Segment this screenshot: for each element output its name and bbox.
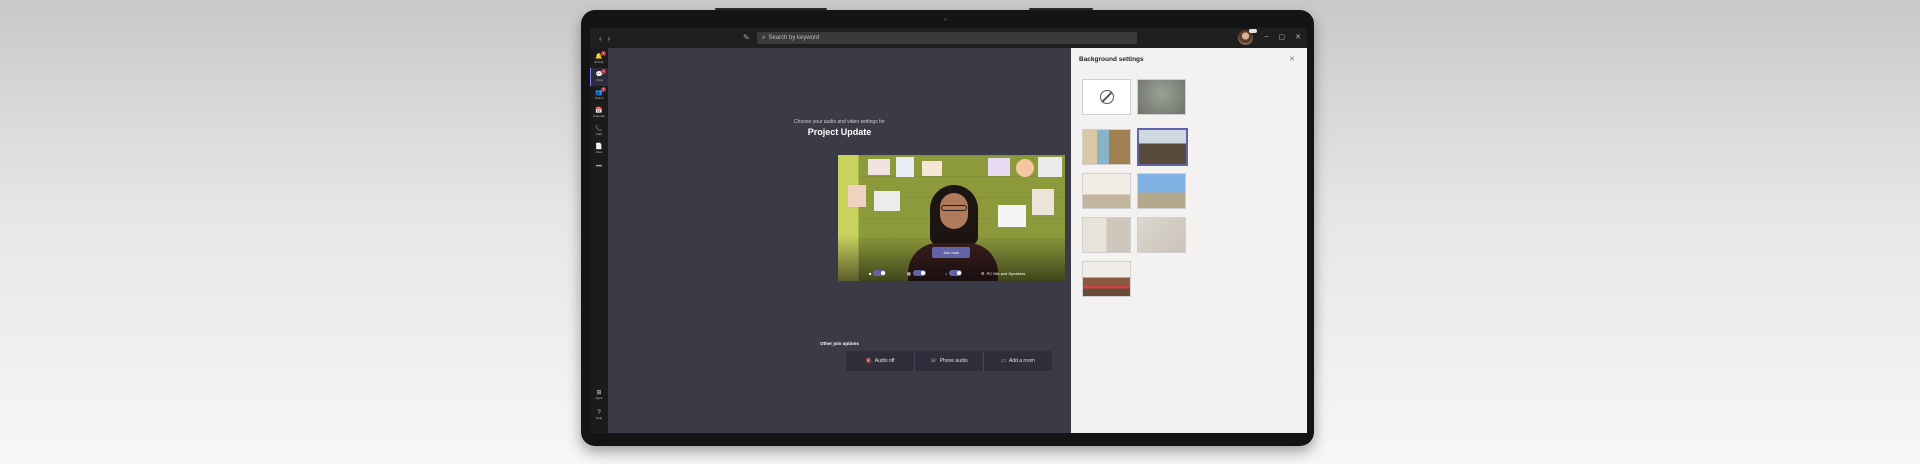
wall-art <box>848 185 866 207</box>
prejoin-prompt: Choose your audio and video settings for <box>794 119 885 125</box>
wall-art <box>998 205 1026 227</box>
background-blur-tile[interactable] <box>1137 79 1186 115</box>
status-badge <box>1249 29 1257 33</box>
rail-label: Apps <box>595 396 603 400</box>
video-preview: Join now ■ ▦ ♪ ⚙ PC Mic and Speakers <box>838 155 1065 281</box>
close-icon[interactable]: ✕ <box>1289 55 1295 63</box>
background-image-tile[interactable] <box>1082 129 1131 165</box>
background-image-tile[interactable] <box>1137 173 1186 209</box>
rail-label: Calls <box>595 132 603 136</box>
room-icon: ▭ <box>1001 358 1006 364</box>
add-room-option[interactable]: ▭ Add a room <box>983 351 1052 371</box>
rail-item-files[interactable]: 📄 Files <box>590 140 608 158</box>
audio-off-option[interactable]: 🔇 Audio off <box>846 351 914 371</box>
phone-icon: ☏ <box>930 358 937 364</box>
rail-item-help[interactable]: ? Help <box>590 406 608 424</box>
forward-icon[interactable]: › <box>608 34 611 43</box>
meeting-title: Project Update <box>807 127 872 137</box>
blur-control: ▦ <box>907 270 926 276</box>
back-icon[interactable]: ‹ <box>599 34 602 43</box>
device-settings[interactable]: ⚙ PC Mic and Speakers <box>981 271 1025 276</box>
rail-label: Calendar <box>592 114 606 118</box>
gear-icon: ⚙ <box>981 270 985 276</box>
rail-label: Activity <box>594 60 604 64</box>
rail-label: Files <box>595 150 603 154</box>
rail-item-calendar[interactable]: 📅 Calendar <box>590 104 608 122</box>
join-now-button[interactable]: Join now <box>932 247 970 258</box>
maximize-icon[interactable]: ▢ <box>1279 33 1286 41</box>
background-toggle[interactable] <box>912 270 926 276</box>
camera-icon: ■ <box>869 270 872 276</box>
background-image-tile[interactable] <box>1082 261 1131 297</box>
rail-label: Help <box>595 416 603 420</box>
nav-arrows: ‹ › <box>599 34 610 43</box>
phone-audio-option[interactable]: ☏ Phone audio <box>914 351 983 371</box>
wall-art <box>874 191 900 211</box>
other-join-options-title: Other join options <box>820 341 859 346</box>
background-effects-icon: ▦ <box>907 270 911 276</box>
background-none-tile[interactable] <box>1082 79 1131 115</box>
mic-control: ♪ <box>945 270 962 276</box>
search-icon: ⌕ <box>762 34 766 41</box>
search-input[interactable]: ⌕ Search by keyword <box>757 32 1137 44</box>
person-face <box>940 193 968 229</box>
wall-art <box>1038 157 1062 177</box>
minimize-icon[interactable]: – <box>1265 33 1269 41</box>
rail-item-calls[interactable]: 📞 Calls <box>590 122 608 140</box>
background-image-tile[interactable] <box>1137 217 1186 253</box>
rail-item-chat[interactable]: 💬 Chat 1 <box>590 68 608 86</box>
rail-label: Teams <box>594 96 604 100</box>
device-camera <box>944 18 947 21</box>
prejoin-stage: Choose your audio and video settings for… <box>608 48 1071 433</box>
notification-badge: 3 <box>601 87 606 92</box>
camera-toggle[interactable] <box>873 270 887 276</box>
window-controls: – ▢ ✕ <box>1265 33 1301 41</box>
more-icon: ••• <box>595 164 603 170</box>
notification-badge: 1 <box>601 69 606 74</box>
rail-item-apps[interactable]: ⊞ Apps <box>590 386 608 404</box>
app-rail: 🔔 Activity 2 💬 Chat 1 👥 Teams 3 📅 Calend… <box>590 48 608 433</box>
close-icon[interactable]: ✕ <box>1295 33 1301 41</box>
rail-item-more[interactable]: ••• <box>590 158 608 176</box>
device-label: PC Mic and Speakers <box>986 270 1026 276</box>
wall-art <box>868 159 890 175</box>
compose-icon[interactable]: ✎ <box>743 33 750 42</box>
background-settings-panel: Background settings ✕ <box>1071 48 1307 433</box>
mic-toggle[interactable] <box>949 270 962 276</box>
wall-art <box>922 161 942 176</box>
person-glasses <box>941 205 967 211</box>
device-controls: ■ ▦ ♪ ⚙ PC Mic and Speakers <box>838 268 1065 278</box>
tablet-device: ‹ › ✎ ⌕ Search by keyword – ▢ ✕ 🔔 Activi… <box>581 8 1314 446</box>
wall-art <box>896 157 914 177</box>
rail-label: Chat <box>596 78 603 82</box>
option-label: Audio off <box>874 358 895 364</box>
option-label: Add a room <box>1008 358 1035 364</box>
option-label: Phone audio <box>939 358 968 364</box>
microphone-icon: ♪ <box>945 270 947 276</box>
no-background-icon <box>1099 90 1114 104</box>
background-image-tile-selected[interactable] <box>1137 128 1188 166</box>
other-join-options: 🔇 Audio off ☏ Phone audio ▭ Add a room <box>846 351 1052 371</box>
title-bar: ‹ › ✎ ⌕ Search by keyword – ▢ ✕ <box>590 28 1307 48</box>
speaker-off-icon: 🔇 <box>865 358 872 364</box>
notification-badge: 2 <box>601 51 606 56</box>
search-placeholder: Search by keyword <box>768 35 820 41</box>
wall-art <box>1032 189 1054 215</box>
background-image-tile[interactable] <box>1082 217 1131 253</box>
background-image-tile[interactable] <box>1082 173 1131 209</box>
device-sensor <box>715 8 827 10</box>
panel-title: Background settings <box>1079 56 1144 63</box>
wall-art <box>988 158 1010 176</box>
rail-item-activity[interactable]: 🔔 Activity 2 <box>590 50 608 68</box>
camera-control: ■ <box>869 270 887 276</box>
teams-window: ‹ › ✎ ⌕ Search by keyword – ▢ ✕ 🔔 Activi… <box>590 28 1307 433</box>
device-sensor <box>1029 8 1093 10</box>
wall-art <box>1016 159 1034 177</box>
rail-item-teams[interactable]: 👥 Teams 3 <box>590 86 608 104</box>
